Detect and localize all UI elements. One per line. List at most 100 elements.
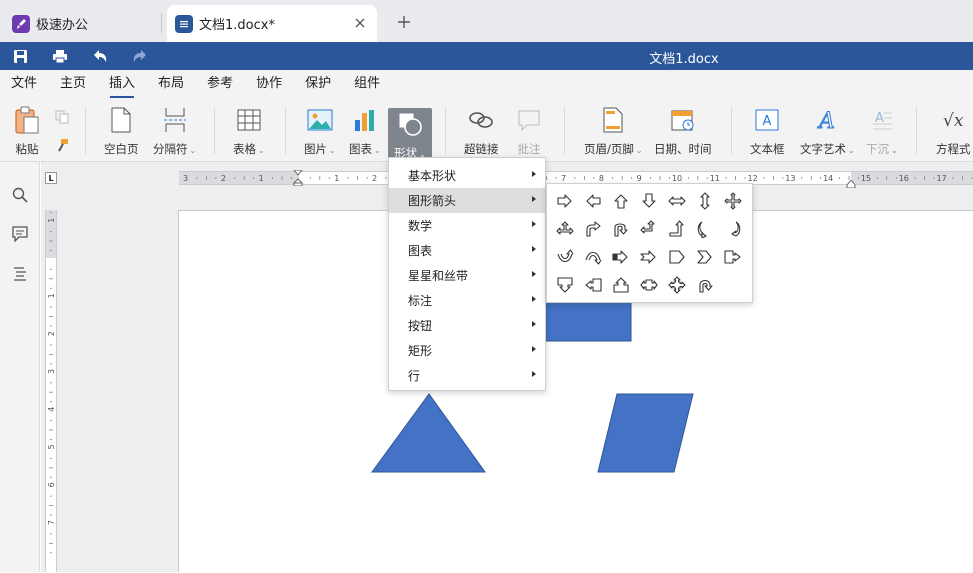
blank-page-button[interactable]: 空白页 <box>104 106 139 157</box>
curved-down-arrow-icon[interactable] <box>582 246 604 268</box>
tab-home-label: 极速办公 <box>36 18 89 33</box>
down-arrow-callout-icon[interactable] <box>554 274 576 296</box>
textbox-icon: A <box>755 106 779 134</box>
paste-label: 粘贴 <box>15 142 39 156</box>
right-arrow-callout-icon[interactable] <box>722 246 744 268</box>
submenu-arrow-icon <box>532 271 536 277</box>
menu-plugins[interactable]: 组件 <box>354 70 380 100</box>
textbox-button[interactable]: A 文本框 <box>750 106 785 157</box>
pentagon-arrow-icon[interactable] <box>666 246 688 268</box>
parallelogram-shape[interactable] <box>597 393 694 473</box>
text-art-label: 文字艺术 ⌄ <box>800 142 855 156</box>
menu-insert[interactable]: 插入 <box>109 70 135 100</box>
paste-button[interactable]: 粘贴 <box>12 106 42 157</box>
tab-bar: 极速办公 文档1.docx* <box>0 0 973 42</box>
indent-marker-icon[interactable] <box>292 169 304 187</box>
header-footer-button[interactable]: 页眉/页脚 ⌄ <box>584 106 643 157</box>
page-break-icon <box>163 106 187 134</box>
left-arrow-callout-icon[interactable] <box>582 274 604 296</box>
quad-arrow-callout-icon[interactable] <box>666 274 688 296</box>
equation-button[interactable]: √x 方程式 <box>936 106 971 157</box>
left-arrow-icon[interactable] <box>582 190 604 212</box>
bar-chart-icon <box>353 106 377 134</box>
up-arrow-icon[interactable] <box>610 190 632 212</box>
table-button[interactable]: 表格 ⌄ <box>233 106 265 157</box>
navigation-icon[interactable] <box>10 263 30 283</box>
block-arrows-submenu <box>546 183 753 303</box>
ruler-tick-label: 2 <box>372 174 377 183</box>
menu-home[interactable]: 主页 <box>60 70 86 100</box>
left-up-arrow-icon[interactable] <box>638 218 660 240</box>
curved-right-arrow-icon[interactable] <box>694 218 716 240</box>
menu-item-math[interactable]: 数学 <box>389 213 545 238</box>
menu-item-callouts[interactable]: 标注 <box>389 288 545 313</box>
chart-button[interactable]: 图表 ⌄ <box>349 106 381 157</box>
menu-item-lines[interactable]: 行 <box>389 363 545 388</box>
menu-item-buttons[interactable]: 按钮 <box>389 313 545 338</box>
menu-item-rectangles[interactable]: 矩形 <box>389 338 545 363</box>
triangle-shape[interactable] <box>371 393 486 473</box>
menu-collaborate[interactable]: 协作 <box>256 70 282 100</box>
tab-home[interactable]: 极速办公 <box>12 5 162 42</box>
bent-arrow-icon[interactable] <box>582 218 604 240</box>
ruler-tick-label: 7 <box>561 174 566 183</box>
submenu-arrow-icon <box>532 371 536 377</box>
title-bar: 文档1.docx <box>0 42 973 70</box>
shape-dropdown-menu: 基本形状 图形箭头 数学 图表 星星和丝带 标注 按钮 矩形 行 <box>388 157 546 391</box>
copy-icon[interactable] <box>55 110 71 126</box>
quad-arrow-icon[interactable] <box>722 190 744 212</box>
circular-arrow-icon[interactable] <box>694 274 716 296</box>
ribbon-divider <box>445 108 446 154</box>
curved-up-arrow-icon[interactable] <box>554 246 576 268</box>
menu-layout[interactable]: 布局 <box>158 70 184 100</box>
submenu-arrow-icon <box>532 321 536 327</box>
comment-label: 批注 <box>517 142 541 156</box>
notched-right-arrow-icon[interactable] <box>638 246 660 268</box>
close-icon[interactable] <box>351 14 369 32</box>
rocket-icon <box>12 14 30 33</box>
up-down-arrow-icon[interactable] <box>694 190 716 212</box>
equation-label: 方程式 <box>936 142 971 156</box>
chevron-arrow-icon[interactable] <box>694 246 716 268</box>
right-arrow-icon[interactable] <box>554 190 576 212</box>
hyperlink-button[interactable]: 超链接 <box>464 106 499 157</box>
u-turn-arrow-icon[interactable] <box>610 218 632 240</box>
table-icon <box>237 106 261 134</box>
up-arrow-callout-icon[interactable] <box>610 274 632 296</box>
menu-item-block-arrows[interactable]: 图形箭头 <box>389 188 545 213</box>
left-right-arrow-callout-icon[interactable] <box>638 274 660 296</box>
text-art-button[interactable]: A 文字艺术 ⌄ <box>800 106 855 157</box>
menu-protect[interactable]: 保护 <box>305 70 331 100</box>
dropcap-icon: A <box>871 106 893 134</box>
right-indent-marker-icon[interactable] <box>846 177 856 189</box>
down-arrow-icon[interactable] <box>638 190 660 212</box>
vertical-ruler[interactable]: 211234567 <box>45 210 57 572</box>
menu-item-stars-ribbons[interactable]: 星星和丝带 <box>389 263 545 288</box>
striped-right-arrow-icon[interactable] <box>610 246 632 268</box>
datetime-button[interactable]: 日期、时间 <box>654 106 712 157</box>
dropcap-button[interactable]: A 下沉 ⌄ <box>866 106 898 157</box>
ruler-tick-label: 3 <box>183 174 188 183</box>
search-icon[interactable] <box>10 185 30 205</box>
menu-item-flowchart[interactable]: 图表 <box>389 238 545 263</box>
menu-file[interactable]: 文件 <box>11 70 37 100</box>
menu-references[interactable]: 参考 <box>207 70 233 100</box>
picture-button[interactable]: 图片 ⌄ <box>304 106 336 157</box>
ruler-tick-label: 10 <box>672 174 682 183</box>
ruler-tick-label: 12 <box>748 174 758 183</box>
menu-item-basic-shapes[interactable]: 基本形状 <box>389 163 545 188</box>
left-right-arrow-icon[interactable] <box>666 190 688 212</box>
equation-icon: √x <box>941 106 965 134</box>
ruler-tick-label: 8 <box>599 174 604 183</box>
format-painter-icon[interactable] <box>55 138 71 154</box>
ribbon-divider <box>85 108 86 154</box>
curved-left-arrow-icon[interactable] <box>722 218 744 240</box>
comment-button[interactable]: 批注 <box>517 106 541 157</box>
separator-button[interactable]: 分隔符 ⌄ <box>153 106 196 157</box>
tab-stop-selector[interactable]: L <box>45 172 57 184</box>
tab-document[interactable]: 文档1.docx* <box>167 5 377 42</box>
comment-icon[interactable] <box>10 224 30 244</box>
left-right-up-arrow-icon[interactable] <box>554 218 576 240</box>
new-tab-plus-icon[interactable] <box>394 12 414 32</box>
bent-up-arrow-icon[interactable] <box>666 218 688 240</box>
